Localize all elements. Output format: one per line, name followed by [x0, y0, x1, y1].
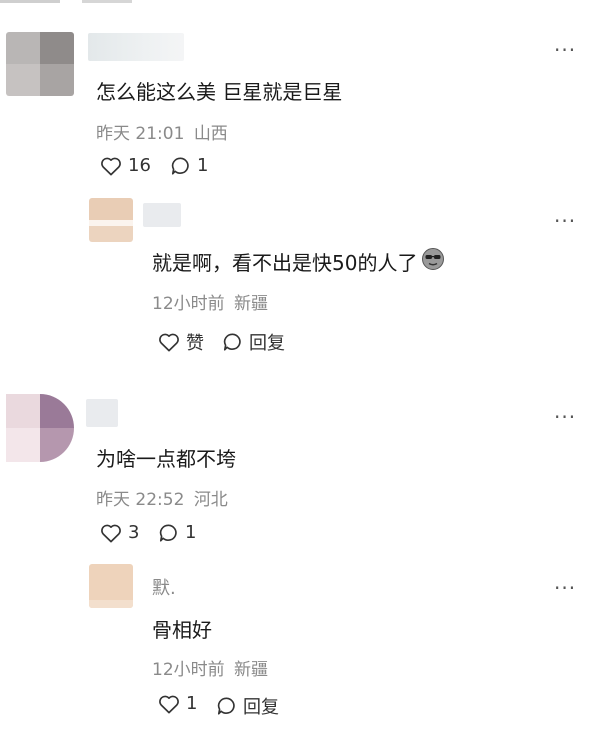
reply-count-button[interactable]: 1 — [170, 155, 208, 176]
reply-text: 就是啊，看不出是快50的人了 — [152, 247, 445, 276]
comment-time: 昨天 21:01 — [96, 124, 185, 144]
comment-text: 怎么能这么美 巨星就是巨星 — [96, 80, 343, 104]
comment-bubble-icon — [222, 332, 243, 352]
username-placeholder[interactable] — [143, 203, 181, 227]
reply-location: 新疆 — [234, 660, 269, 680]
username-placeholder[interactable] — [88, 33, 184, 61]
more-dots-icon[interactable]: ··· — [554, 211, 576, 231]
comment-location: 河北 — [193, 490, 228, 510]
reply-meta: 12小时前 新疆 — [152, 655, 268, 680]
reply-text-content: 就是啊，看不出是快50的人了 — [152, 251, 418, 275]
comment-text: 为啥一点都不垮 — [96, 447, 236, 471]
cool-face-emoji-icon — [421, 247, 445, 276]
reply-meta: 12小时前 新疆 — [152, 289, 268, 314]
avatar[interactable] — [6, 394, 74, 462]
like-count: 3 — [128, 522, 140, 543]
avatar[interactable] — [6, 32, 74, 96]
more-dots-icon[interactable]: ··· — [554, 578, 576, 598]
reply-button[interactable]: 回复 — [216, 693, 279, 719]
reply-count: 1 — [197, 155, 209, 176]
comment-location: 山西 — [193, 124, 228, 144]
reply-count-button[interactable]: 1 — [158, 522, 196, 543]
avatar[interactable] — [89, 564, 133, 608]
heart-outline-icon — [100, 156, 122, 176]
comment-meta: 昨天 21:01 山西 — [96, 119, 228, 144]
reply-time: 12小时前 — [152, 660, 225, 680]
reply-button[interactable]: 回复 — [222, 329, 285, 355]
heart-outline-icon — [158, 694, 180, 714]
like-count: 1 — [186, 693, 198, 714]
like-button[interactable]: 赞 — [158, 329, 204, 355]
more-dots-icon[interactable]: ··· — [554, 407, 576, 427]
comment-bubble-icon — [158, 523, 179, 543]
more-dots-icon[interactable]: ··· — [554, 40, 576, 60]
comment-meta: 昨天 22:52 河北 — [96, 485, 228, 510]
avatar[interactable] — [89, 198, 133, 242]
like-count: 16 — [128, 155, 151, 176]
like-button[interactable]: 3 — [100, 522, 139, 543]
like-label: 赞 — [186, 333, 204, 354]
comment-time: 昨天 22:52 — [96, 490, 185, 510]
reply-author[interactable]: 默. — [152, 574, 176, 600]
heart-outline-icon — [100, 523, 122, 543]
like-button[interactable]: 1 — [158, 693, 197, 714]
reply-time: 12小时前 — [152, 294, 225, 314]
reply-count: 1 — [185, 522, 197, 543]
comment-bubble-icon — [216, 696, 237, 716]
comment-bubble-icon — [170, 156, 191, 176]
reply-location: 新疆 — [234, 294, 269, 314]
heart-outline-icon — [158, 332, 180, 352]
like-button[interactable]: 16 — [100, 155, 151, 176]
reply-label: 回复 — [249, 333, 285, 354]
reply-label: 回复 — [243, 697, 279, 718]
cropped-header-remnant — [0, 0, 140, 6]
username-placeholder[interactable] — [86, 399, 118, 427]
reply-text: 骨相好 — [152, 618, 212, 642]
